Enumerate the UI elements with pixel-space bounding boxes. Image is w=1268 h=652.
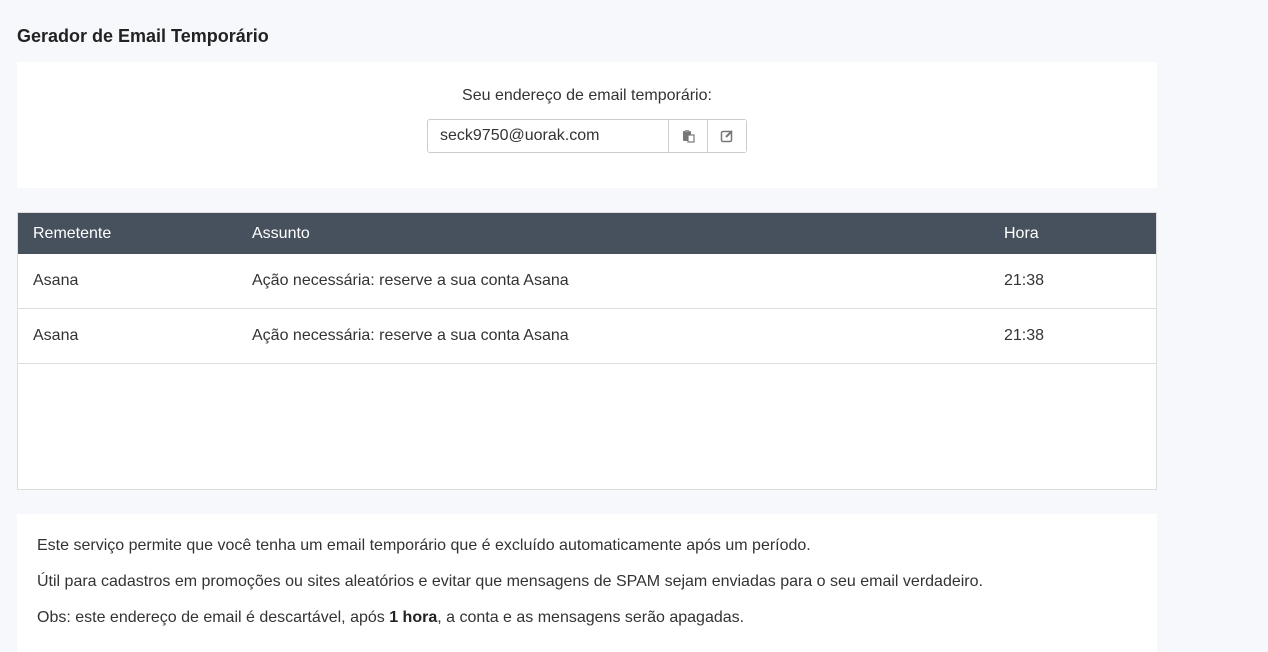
info-line-3-suffix: , a conta e as mensagens serão apagadas. (437, 609, 745, 626)
email-label: Seu endereço de email temporário: (462, 87, 712, 104)
email-panel: Seu endereço de email temporário: seck97… (17, 62, 1157, 188)
info-line-1: Este serviço permite que você tenha um e… (37, 537, 811, 554)
header-time: Hora (1004, 224, 1039, 242)
row-time: 21:38 (1004, 272, 1045, 289)
row-subject: Ação necessária: reserve a sua conta Asa… (252, 327, 569, 344)
page-title: Gerador de Email Temporário (17, 26, 269, 46)
copy-button[interactable] (668, 120, 707, 152)
info-panel: Este serviço permite que você tenha um e… (17, 514, 1157, 652)
clipboard-icon (683, 130, 695, 143)
header-subject: Assunto (252, 224, 310, 242)
row-time: 21:38 (1004, 327, 1045, 344)
header-sender: Remetente (33, 224, 112, 242)
table-row[interactable]: Asana Ação necessária: reserve a sua con… (18, 254, 1156, 309)
info-duration: 1 hora (389, 609, 438, 626)
row-subject: Ação necessária: reserve a sua conta Asa… (252, 272, 569, 289)
row-sender: Asana (33, 327, 79, 344)
inbox-table: Remetente Assunto Hora Asana Ação necess… (17, 212, 1157, 490)
table-header: Remetente Assunto Hora (18, 213, 1156, 254)
edit-icon (720, 130, 733, 143)
info-line-2: Útil para cadastros em promoções ou site… (37, 573, 983, 590)
email-address-field[interactable]: seck9750@uorak.com (428, 120, 668, 152)
info-line-3: Obs: este endereço de email é descartáve… (37, 608, 1137, 628)
row-sender: Asana (33, 272, 79, 289)
table-row[interactable]: Asana Ação necessária: reserve a sua con… (18, 309, 1156, 364)
edit-button[interactable] (707, 120, 746, 152)
email-address-group: seck9750@uorak.com (427, 119, 747, 153)
info-line-3-prefix: Obs: este endereço de email é descartáve… (37, 609, 390, 626)
